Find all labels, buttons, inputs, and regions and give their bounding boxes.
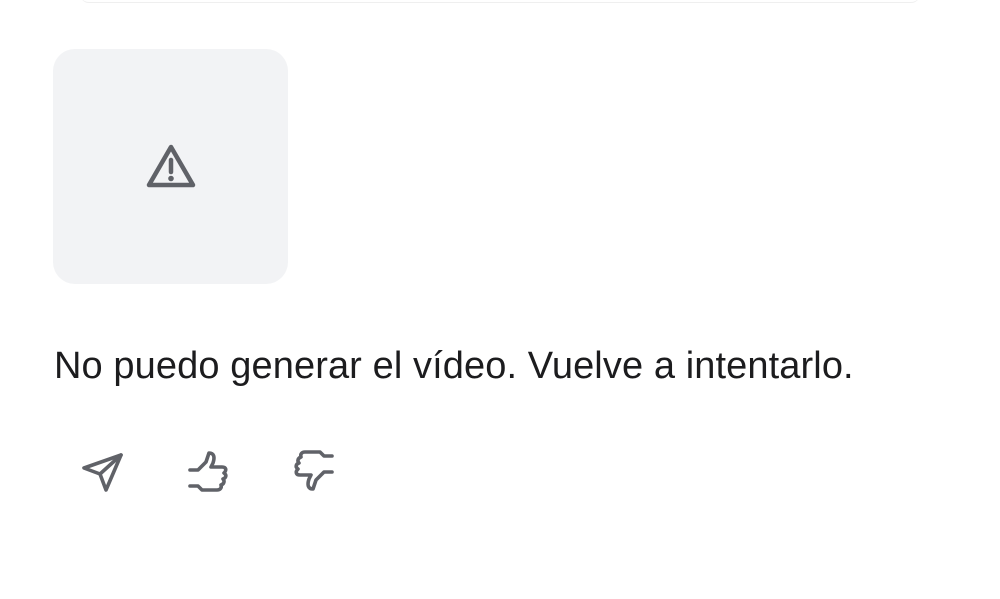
video-placeholder-card <box>53 49 288 284</box>
thumbs-down-icon <box>294 450 334 491</box>
warning-icon <box>146 144 195 187</box>
error-message-text: No puedo generar el vídeo. Vuelve a inte… <box>54 345 854 387</box>
thumbs-down-button[interactable] <box>278 436 350 508</box>
thumbs-up-icon <box>188 451 228 492</box>
message-action-bar <box>66 436 384 508</box>
chat-message-view: No puedo generar el vídeo. Vuelve a inte… <box>0 0 1000 599</box>
thumbs-up-button[interactable] <box>172 436 244 508</box>
share-button[interactable] <box>66 436 138 508</box>
top-panel-edge <box>80 0 920 3</box>
send-icon <box>82 453 123 492</box>
